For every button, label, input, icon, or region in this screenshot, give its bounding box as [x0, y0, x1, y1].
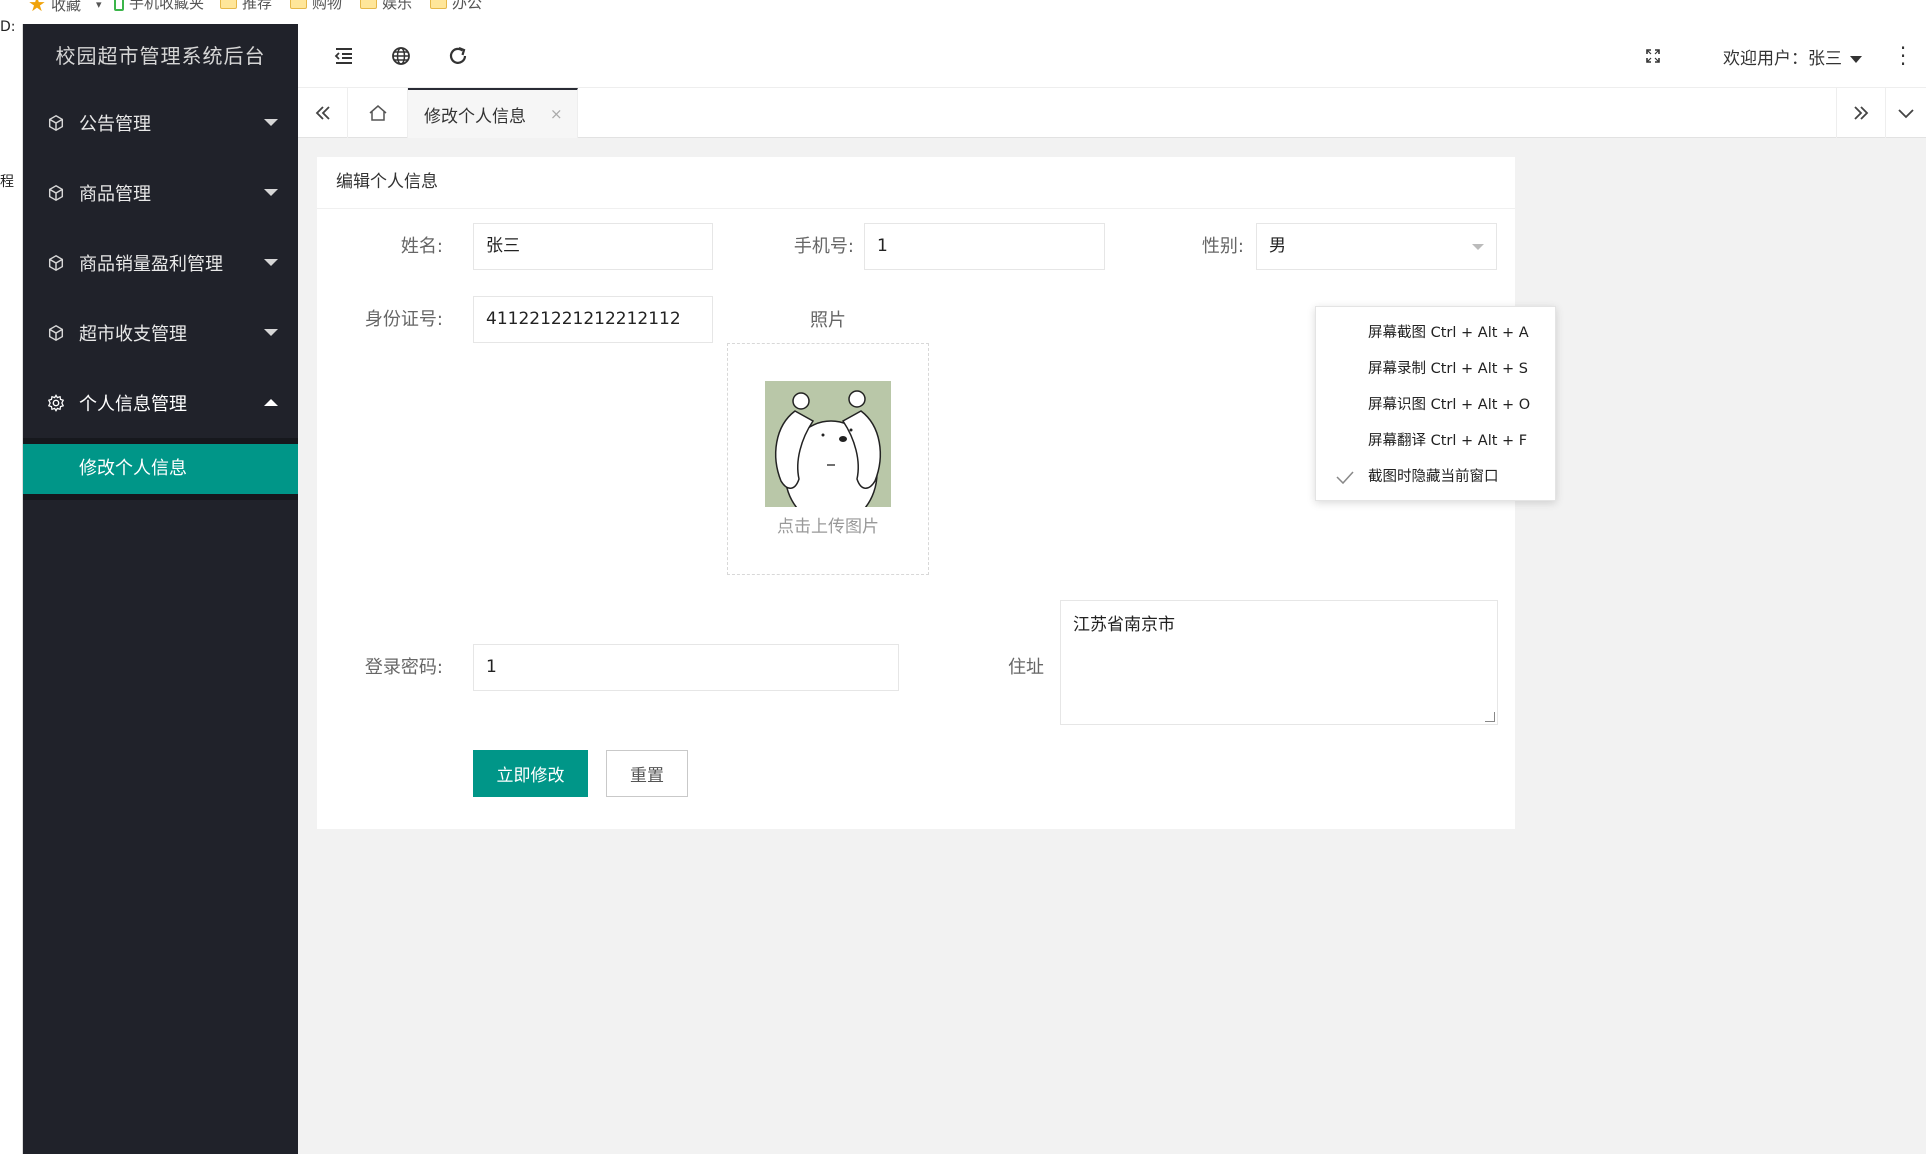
- caret-down-icon: [264, 329, 278, 336]
- cube-icon: [48, 114, 64, 132]
- phone-label: 手机号:: [793, 236, 854, 257]
- address-value: 江苏省南京市: [1073, 615, 1175, 635]
- tabs-scroll-left-icon[interactable]: [298, 88, 348, 138]
- bear-illustration: [765, 381, 891, 507]
- password-label: 登录密码:: [364, 657, 443, 678]
- menu-item-hide-window[interactable]: 截图时隐藏当前窗口: [1316, 459, 1555, 495]
- window-fragment-text: D:: [0, 19, 16, 35]
- gear-icon: [47, 394, 65, 412]
- sidebar: 校园超市管理系统后台 公告管理 商品管理 商品销量盈利管理 超市收支管理 个人信…: [23, 24, 298, 1154]
- cube-icon: [48, 254, 64, 272]
- sidebar-item-announcements[interactable]: 公告管理: [23, 88, 298, 158]
- sidebar-subitem-edit-profile[interactable]: 修改个人信息: [23, 444, 298, 494]
- id-number-label: 身份证号:: [364, 309, 443, 330]
- globe-icon[interactable]: [387, 42, 415, 70]
- background-window-strip: D: 程: [0, 19, 23, 1154]
- chevron-down-icon: [1472, 244, 1484, 250]
- bookmark-label: 办公: [452, 0, 483, 12]
- refresh-icon[interactable]: [444, 42, 472, 70]
- cube-icon: [48, 324, 64, 342]
- gender-label: 性别:: [1201, 236, 1244, 257]
- name-label: 姓名:: [400, 236, 443, 257]
- avatar-photo: [765, 381, 891, 507]
- upload-hint: 点击上传图片: [777, 517, 879, 537]
- check-icon: [1336, 471, 1354, 485]
- phone-icon: [114, 0, 124, 11]
- close-icon[interactable]: ×: [550, 105, 563, 123]
- sidebar-item-label: 个人信息管理: [79, 394, 187, 415]
- address-label: 住址: [1008, 657, 1044, 678]
- gender-select[interactable]: 男: [1256, 223, 1497, 270]
- sidebar-item-products[interactable]: 商品管理: [23, 158, 298, 228]
- tab-edit-profile[interactable]: 修改个人信息 ×: [408, 88, 578, 138]
- star-icon: ★: [28, 0, 46, 16]
- resize-handle-icon[interactable]: [1485, 712, 1495, 722]
- menu-item-screen-capture[interactable]: 屏幕截图 Ctrl + Alt + A: [1316, 315, 1555, 351]
- menu-item-screen-ocr[interactable]: 屏幕识图 Ctrl + Alt + O: [1316, 387, 1555, 423]
- sidebar-item-label: 商品销量盈利管理: [79, 254, 223, 275]
- folder-icon: [290, 0, 307, 9]
- folder-icon: [430, 0, 447, 9]
- caret-down-icon: [264, 189, 278, 196]
- caret-down-icon: [264, 119, 278, 126]
- caret-up-icon: [264, 399, 278, 406]
- top-header: 欢迎用户：张三 · · ·: [298, 24, 1926, 88]
- sidebar-item-label: 公告管理: [79, 114, 151, 135]
- sidebar-item-label: 超市收支管理: [79, 324, 187, 345]
- menu-item-screen-record[interactable]: 屏幕录制 Ctrl + Alt + S: [1316, 351, 1555, 387]
- bookmark-folder-recommend[interactable]: 推荐: [220, 0, 272, 13]
- bookmark-mobile[interactable]: 手机收藏夹: [114, 0, 204, 13]
- bookmark-label: 手机收藏夹: [129, 0, 205, 12]
- menu-item-label: 截图时隐藏当前窗口: [1368, 469, 1499, 485]
- photo-label: 照片: [810, 310, 846, 331]
- bookmark-folder-shopping[interactable]: 购物: [290, 0, 342, 13]
- submit-button[interactable]: 立即修改: [473, 750, 588, 797]
- cube-icon: [48, 184, 64, 202]
- bookmark-folder-entertainment[interactable]: 娱乐: [360, 0, 412, 13]
- folder-icon: [220, 0, 237, 9]
- bookmark-label: 娱乐: [382, 0, 413, 12]
- sidebar-item-personal-info[interactable]: 个人信息管理: [23, 368, 298, 438]
- reset-button[interactable]: 重置: [606, 750, 688, 797]
- sidebar-item-sales-profit[interactable]: 商品销量盈利管理: [23, 228, 298, 298]
- fullscreen-icon[interactable]: [1639, 42, 1667, 70]
- bookmark-folder-office[interactable]: 办公: [430, 0, 482, 13]
- bookmark-label: 购物: [312, 0, 343, 12]
- tab-label: 修改个人信息: [424, 106, 526, 127]
- bookmark-bar: ★ 收藏 ▾ 手机收藏夹 推荐 购物 娱乐 办公: [0, 0, 1926, 24]
- menu-item-screen-translate[interactable]: 屏幕翻译 Ctrl + Alt + F: [1316, 423, 1555, 459]
- bookmark-favorites[interactable]: ★ 收藏 ▾: [28, 0, 101, 16]
- caret-down-icon: [1850, 55, 1862, 63]
- bookmark-label: 推荐: [242, 0, 273, 12]
- app-title: 校园超市管理系统后台: [55, 44, 266, 68]
- sidebar-item-label: 商品管理: [79, 184, 151, 205]
- user-menu[interactable]: 欢迎用户：张三: [1723, 44, 1862, 69]
- address-textarea[interactable]: 江苏省南京市: [1060, 600, 1498, 725]
- tabs-dropdown-icon[interactable]: [1886, 88, 1926, 138]
- photo-upload-area[interactable]: 点击上传图片: [727, 343, 929, 575]
- tabs-scroll-right-icon[interactable]: [1836, 88, 1886, 138]
- folder-icon: [360, 0, 377, 9]
- card-title: 编辑个人信息: [317, 157, 1515, 209]
- sidebar-submenu: 修改个人信息: [23, 438, 298, 500]
- tab-bar: 修改个人信息 ×: [298, 88, 1926, 138]
- caret-down-icon: [264, 259, 278, 266]
- home-icon[interactable]: [348, 88, 408, 138]
- chevron-down-icon[interactable]: ▾: [96, 0, 102, 11]
- name-input[interactable]: 张三: [473, 223, 713, 270]
- more-vertical-icon[interactable]: · · ·: [1898, 38, 1908, 74]
- sidebar-item-income-expense[interactable]: 超市收支管理: [23, 298, 298, 368]
- id-number-input[interactable]: 411221221212212112: [473, 296, 713, 343]
- bookmark-label: 收藏: [50, 0, 81, 14]
- window-fragment-text: 程: [0, 174, 14, 190]
- password-input[interactable]: 1: [473, 644, 899, 691]
- screenshot-context-menu: 屏幕截图 Ctrl + Alt + A 屏幕录制 Ctrl + Alt + S …: [1315, 306, 1556, 501]
- phone-input[interactable]: 1: [864, 223, 1105, 270]
- welcome-text: 欢迎用户：张三: [1723, 49, 1842, 69]
- gender-selected-value: 男: [1269, 236, 1286, 256]
- menu-indent-icon[interactable]: [330, 42, 358, 70]
